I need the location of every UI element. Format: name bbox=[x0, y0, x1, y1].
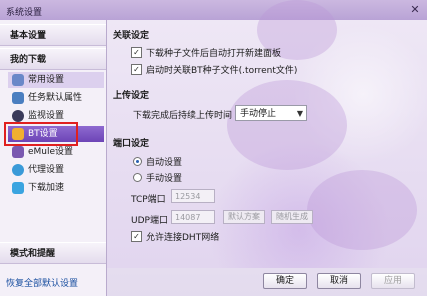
upload-duration-select[interactable]: 手动停止 ▼ bbox=[235, 105, 307, 121]
sidebar-header-mode-and-reminder[interactable]: 模式和提醒 bbox=[0, 242, 106, 264]
cancel-button[interactable]: 取消 bbox=[317, 273, 361, 289]
settings-window: 系统设置 ✕ 基本设置 我的下载 常用设置 任务默认属性 监视设置 BT设置 e… bbox=[0, 0, 427, 296]
monitor-icon bbox=[12, 110, 24, 122]
port-section-title: 端口设定 bbox=[113, 139, 150, 149]
sidebar-item-task-defaults[interactable]: 任务默认属性 bbox=[8, 90, 104, 106]
ok-button[interactable]: 确定 bbox=[263, 273, 307, 289]
apply-button[interactable]: 应用 bbox=[371, 273, 415, 289]
manual-port-radio[interactable] bbox=[133, 173, 142, 182]
window-title: 系统设置 bbox=[6, 8, 43, 18]
auto-open-panel-checkbox[interactable]: ✓ bbox=[131, 47, 142, 58]
associate-torrent-checkbox[interactable]: ✓ bbox=[131, 64, 142, 75]
manual-port-option[interactable]: 手动设置 bbox=[133, 171, 182, 184]
background-petal bbox=[227, 80, 347, 170]
sidebar-header-basic-settings[interactable]: 基本设置 bbox=[0, 24, 106, 46]
sidebar-item-download-acceleration[interactable]: 下载加速 bbox=[8, 180, 104, 196]
restore-defaults-link[interactable]: 恢复全部默认设置 bbox=[6, 276, 78, 289]
close-button[interactable]: ✕ bbox=[408, 3, 422, 17]
sidebar-item-label: 任务默认属性 bbox=[28, 93, 83, 103]
sidebar-item-label: 下载加速 bbox=[28, 183, 65, 193]
upload-duration-label: 下载完成后持续上传时间 bbox=[133, 111, 233, 121]
auto-port-option[interactable]: 自动设置 bbox=[133, 155, 182, 168]
globe-icon bbox=[12, 164, 24, 176]
random-generate-button[interactable]: 随机生成 bbox=[271, 210, 313, 224]
default-scheme-button[interactable]: 默认方案 bbox=[223, 210, 265, 224]
gear-icon bbox=[12, 74, 24, 86]
tcp-port-input[interactable]: 12534 bbox=[171, 189, 215, 203]
association-section-title: 关联设定 bbox=[113, 31, 150, 41]
lightning-icon bbox=[12, 182, 24, 194]
associate-torrent-label: 启动时关联BT种子文件(.torrent文件) bbox=[146, 66, 298, 76]
dialog-button-bar: 确定 取消 应用 bbox=[107, 268, 427, 296]
dht-option[interactable]: ✓ 允许连接DHT网络 bbox=[131, 230, 219, 243]
auto-port-label: 自动设置 bbox=[146, 158, 183, 168]
task-icon bbox=[12, 92, 24, 104]
title-bar: 系统设置 ✕ bbox=[0, 0, 427, 20]
background-petal bbox=[307, 170, 417, 250]
associate-torrent-option[interactable]: ✓ 启动时关联BT种子文件(.torrent文件) bbox=[131, 63, 297, 76]
sidebar-item-emule-settings[interactable]: eMule设置 bbox=[8, 144, 104, 160]
emule-icon bbox=[12, 146, 24, 158]
upload-duration-value: 手动停止 bbox=[240, 109, 277, 119]
udp-port-input[interactable]: 14087 bbox=[171, 210, 215, 224]
sidebar-item-label: eMule设置 bbox=[28, 147, 74, 157]
settings-panel: 关联设定 ✓ 下载种子文件后自动打开新建面板 ✓ 启动时关联BT种子文件(.to… bbox=[107, 0, 427, 268]
dht-checkbox[interactable]: ✓ bbox=[131, 231, 142, 242]
tcp-port-label: TCP端口 bbox=[131, 195, 166, 205]
chevron-down-icon: ▼ bbox=[296, 109, 303, 118]
auto-open-panel-option[interactable]: ✓ 下载种子文件后自动打开新建面板 bbox=[131, 46, 281, 59]
sidebar-header-my-downloads[interactable]: 我的下载 bbox=[0, 48, 106, 70]
sidebar-item-label: 常用设置 bbox=[28, 75, 65, 85]
sidebar-item-proxy-settings[interactable]: 代理设置 bbox=[8, 162, 104, 178]
udp-port-label: UDP端口 bbox=[131, 216, 168, 226]
sidebar-item-common-settings[interactable]: 常用设置 bbox=[8, 72, 104, 88]
sidebar: 基本设置 我的下载 常用设置 任务默认属性 监视设置 BT设置 eMule设置 … bbox=[0, 20, 107, 296]
dht-label: 允许连接DHT网络 bbox=[146, 233, 220, 243]
upload-section-title: 上传设定 bbox=[113, 91, 150, 101]
manual-port-label: 手动设置 bbox=[146, 174, 183, 184]
highlight-annotation-box bbox=[4, 122, 78, 146]
auto-port-radio[interactable] bbox=[133, 157, 142, 166]
sidebar-item-label: 监视设置 bbox=[28, 111, 65, 121]
auto-open-panel-label: 下载种子文件后自动打开新建面板 bbox=[146, 49, 282, 59]
sidebar-item-label: 代理设置 bbox=[28, 165, 65, 175]
